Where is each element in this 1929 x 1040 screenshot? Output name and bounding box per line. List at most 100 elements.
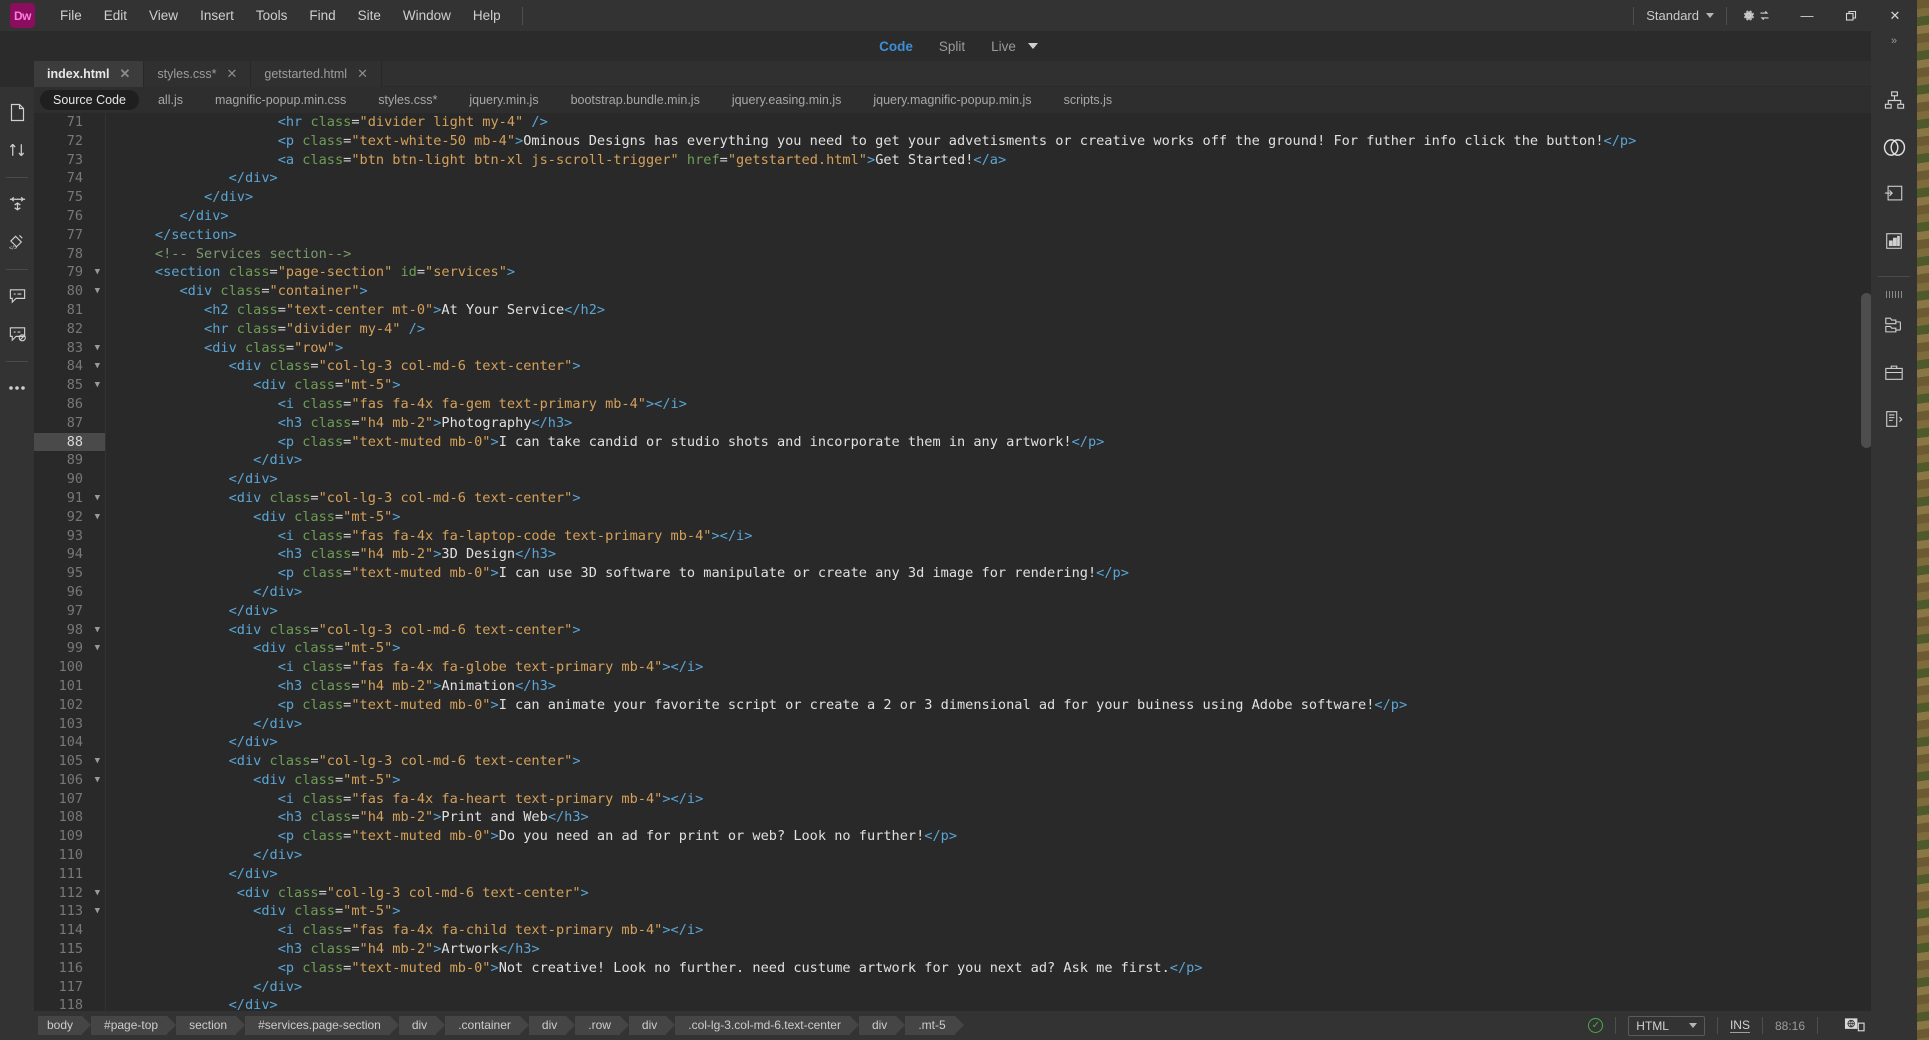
code-line[interactable]: <p class="text-muted mb-0">I can animate… [106,696,1875,715]
code-line[interactable]: </div> [106,470,1875,489]
code-line[interactable]: <!-- Services section--> [106,245,1875,264]
code-line[interactable]: <i class="fas fa-4x fa-globe text-primar… [106,658,1875,677]
code-line[interactable]: </div> [106,188,1875,207]
menu-find[interactable]: Find [298,4,346,27]
code-line[interactable]: <div class="mt-5"> [106,639,1875,658]
doctab-index-html[interactable]: index.html ✕ [34,61,145,87]
menu-insert[interactable]: Insert [189,4,245,27]
code-line[interactable]: <h2 class="text-center mt-0">At Your Ser… [106,301,1875,320]
breadcrumb-item[interactable]: div [858,1016,906,1035]
relfile-bootstrap-bundle-min-js[interactable]: bootstrap.bundle.min.js [558,90,713,110]
code-fold-toggle-icon[interactable]: ▼ [95,771,100,790]
breadcrumb-item[interactable]: .mt-5 [905,1016,965,1035]
menu-file[interactable]: File [49,4,93,27]
code-line[interactable]: <div class="mt-5"> [106,376,1875,395]
assets-panel-icon[interactable] [1877,355,1911,389]
breadcrumb-item[interactable]: .container [445,1016,529,1035]
code-line[interactable]: <h3 class="h4 mb-2">3D Design</h3> [106,545,1875,564]
code-fold-toggle-icon[interactable]: ▼ [95,339,100,358]
code-line[interactable]: </div> [106,583,1875,602]
breadcrumb-item[interactable]: div [628,1016,676,1035]
code-fold-toggle-icon[interactable]: ▼ [95,263,100,282]
relfile-scripts-js[interactable]: scripts.js [1051,90,1126,110]
relfile-magnific-popup-min-css[interactable]: magnific-popup.min.css [202,90,359,110]
css-designer-icon[interactable] [1877,224,1911,258]
code-fold-toggle-icon[interactable]: ▼ [95,508,100,527]
code-line[interactable]: </div> [106,996,1875,1011]
breadcrumb-item[interactable]: div [398,1016,446,1035]
panel-drag-handle[interactable] [1886,291,1902,298]
tab-split-view[interactable]: Split [939,39,965,54]
code-line[interactable]: <div class="row"> [106,339,1875,358]
preferences-button[interactable] [1727,8,1785,23]
code-editor[interactable]: 71 72 73 74 75 76 77 78 79 ▼ 80 ▼ 81 82 83 ▼ 84 ▼ 85 ▼ 86 87 8… [34,113,1875,1011]
code-line[interactable]: </div> [106,978,1875,997]
relfile-source-code[interactable]: Source Code [40,90,139,110]
maximize-button[interactable] [1829,0,1873,31]
file-management-icon[interactable] [2,135,32,165]
code-fold-toggle-icon[interactable]: ▼ [95,489,100,508]
code-line[interactable]: </div> [106,865,1875,884]
remove-comment-icon[interactable] [2,319,32,349]
code-line[interactable]: </div> [106,846,1875,865]
workspace-switcher[interactable]: Standard [1634,8,1726,23]
code-fold-toggle-icon[interactable]: ▼ [95,902,100,921]
code-line[interactable]: </div> [106,602,1875,621]
menu-tools[interactable]: Tools [245,4,299,27]
breadcrumb-item[interactable]: #services.page-section [245,1016,399,1035]
code-line[interactable]: <h3 class="h4 mb-2">Animation</h3> [106,677,1875,696]
code-line[interactable]: <i class="fas fa-4x fa-child text-primar… [106,921,1875,940]
open-documents-icon[interactable] [2,97,32,127]
relfile-jquery-easing-min-js[interactable]: jquery.easing.min.js [719,90,855,110]
close-icon[interactable]: ✕ [226,66,237,82]
code-fold-toggle-icon[interactable]: ▼ [95,752,100,771]
dom-tree-icon[interactable] [1877,83,1911,117]
preview-in-browser-icon[interactable] [1830,1017,1879,1035]
relfile-jquery-min-js[interactable]: jquery.min.js [456,90,551,110]
menu-window[interactable]: Window [392,4,462,27]
code-fold-toggle-icon[interactable]: ▼ [95,884,100,903]
insert-panel-icon[interactable] [1877,177,1911,211]
code-line[interactable]: <hr class="divider light my-4" /> [106,113,1875,132]
code-line[interactable]: <h3 class="h4 mb-2">Artwork</h3> [106,940,1875,959]
minimize-button[interactable]: — [1785,0,1829,31]
close-icon[interactable]: ✕ [357,66,368,82]
files-panel-icon[interactable] [1877,308,1911,342]
snippets-panel-icon[interactable] [1877,402,1911,436]
tab-live-view[interactable]: Live [991,39,1016,54]
breadcrumb-item[interactable]: div [528,1016,576,1035]
close-button[interactable]: ✕ [1873,0,1917,31]
code-line[interactable]: <p class="text-muted mb-0">I can take ca… [106,433,1875,452]
code-line[interactable]: <div class="col-lg-3 col-md-6 text-cente… [106,752,1875,771]
code-line[interactable]: <p class="text-white-50 mb-4">Ominous De… [106,132,1875,151]
code-line[interactable]: <p class="text-muted mb-0">Do you need a… [106,827,1875,846]
code-line[interactable]: <i class="fas fa-4x fa-laptop-code text-… [106,527,1875,546]
format-source-code-icon[interactable] [2,189,32,219]
relfile-all-js[interactable]: all.js [145,90,196,110]
code-text-area[interactable]: <hr class="divider light my-4" /> <p cla… [106,113,1875,1011]
code-fold-toggle-icon[interactable]: ▼ [95,357,100,376]
breadcrumb-item[interactable]: body [38,1016,92,1035]
code-fold-toggle-icon[interactable]: ▼ [95,282,100,301]
apply-comment-icon[interactable] [2,281,32,311]
code-line[interactable]: <div class="mt-5"> [106,771,1875,790]
doctab-getstarted-html[interactable]: getstarted.html ✕ [251,61,382,87]
relfile-jquery-magnific-popup-min-js[interactable]: jquery.magnific-popup.min.js [860,90,1044,110]
code-line[interactable]: <h3 class="h4 mb-2">Print and Web</h3> [106,808,1875,827]
breadcrumb-item[interactable]: section [176,1016,246,1035]
code-line[interactable]: </div> [106,733,1875,752]
code-line[interactable]: <div class="mt-5"> [106,508,1875,527]
code-line[interactable]: </div> [106,715,1875,734]
code-line[interactable]: <div class="col-lg-3 col-md-6 text-cente… [106,621,1875,640]
breadcrumb-item[interactable]: .col-lg-3.col-md-6.text-center [675,1016,859,1035]
code-line[interactable]: <hr class="divider my-4" /> [106,320,1875,339]
language-select[interactable]: HTML [1628,1015,1705,1036]
code-line[interactable]: <p class="text-muted mb-0">Not creative!… [106,959,1875,978]
menu-view[interactable]: View [138,4,189,27]
breadcrumb-item[interactable]: .row [575,1016,629,1035]
code-line[interactable]: <div class="col-lg-3 col-md-6 text-cente… [106,884,1875,903]
code-line[interactable]: <h3 class="h4 mb-2">Photography</h3> [106,414,1875,433]
code-line[interactable]: <a class = "btn btn-light btn-xl js-scroll… [106,151,1875,170]
code-line[interactable]: <section class="page-section" id="servic… [106,263,1875,282]
code-line[interactable]: </div> [106,169,1875,188]
